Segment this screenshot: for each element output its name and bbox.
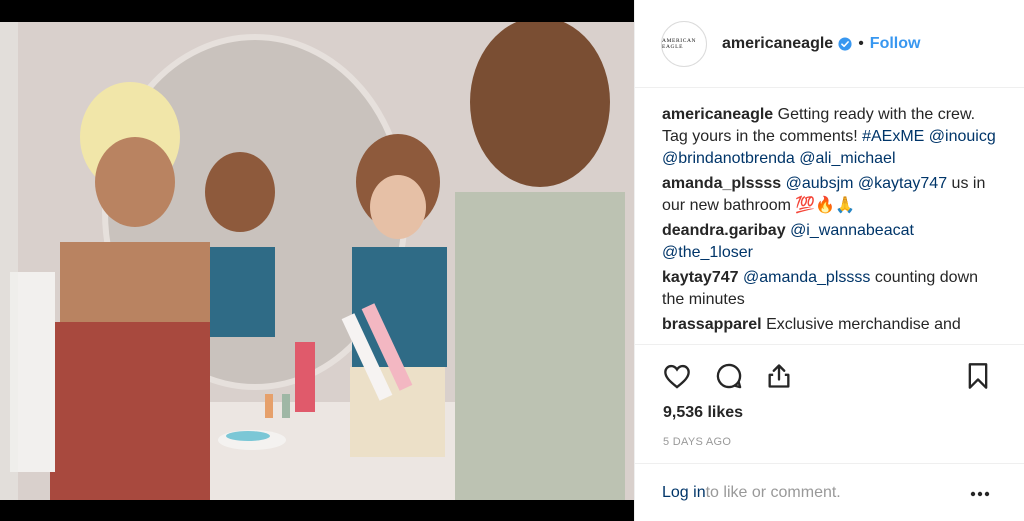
avatar[interactable]: AMERICAN EAGLE (661, 20, 707, 67)
comment-username[interactable]: kaytay747 (662, 269, 739, 286)
likes-count[interactable]: 9,536 likes (663, 404, 743, 422)
verified-badge-icon (838, 36, 852, 51)
post-username[interactable]: americaneagle (722, 35, 833, 53)
login-link[interactable]: Log in (662, 484, 706, 502)
comment-username[interactable]: amanda_plssss (662, 175, 781, 192)
comment-text: Exclusive merchandise and (766, 316, 961, 333)
post-sidebar: AMERICAN EAGLE americaneagle • Follow am… (634, 0, 1024, 521)
comment-item: brassapparel Exclusive merchandise and (662, 314, 1004, 336)
comment-icon[interactable] (713, 360, 745, 392)
login-footer: Log in to like or comment. (635, 463, 1024, 521)
comment-item: americaneagle Getting ready with the cre… (662, 104, 1004, 170)
post-media-panel (0, 0, 634, 521)
comment-item: deandra.garibay @i_wannabeacat @the_1los… (662, 220, 1004, 264)
post-header: AMERICAN EAGLE americaneagle • Follow (635, 0, 1024, 88)
bookmark-icon[interactable] (962, 360, 994, 392)
comment-username[interactable]: brassapparel (662, 316, 762, 333)
comment-tags[interactable]: @amanda_plssss (743, 269, 870, 286)
more-options-icon[interactable] (970, 484, 990, 504)
comment-tags[interactable]: @aubsjm @kaytay747 (786, 175, 947, 192)
photo-illustration (0, 22, 634, 500)
post-timestamp[interactable]: 5 DAYS AGO (663, 436, 731, 448)
separator-dot: • (858, 34, 864, 52)
comments-list: americaneagle Getting ready with the cre… (662, 104, 1004, 342)
heart-icon[interactable] (661, 360, 693, 392)
comment-item: kaytay747 @amanda_plssss counting down t… (662, 267, 1004, 311)
comment-item: amanda_plssss @aubsjm @kaytay747 us in o… (662, 173, 1004, 217)
follow-button[interactable]: Follow (870, 35, 921, 53)
share-icon[interactable] (763, 360, 795, 392)
actions-divider (635, 344, 1024, 345)
login-prompt-text: to like or comment. (705, 483, 841, 501)
post-photo[interactable] (0, 22, 634, 500)
comment-username[interactable]: americaneagle (662, 106, 773, 123)
avatar-logo-text: AMERICAN EAGLE (662, 37, 697, 50)
post-actions (661, 360, 994, 392)
comment-username[interactable]: deandra.garibay (662, 222, 786, 239)
